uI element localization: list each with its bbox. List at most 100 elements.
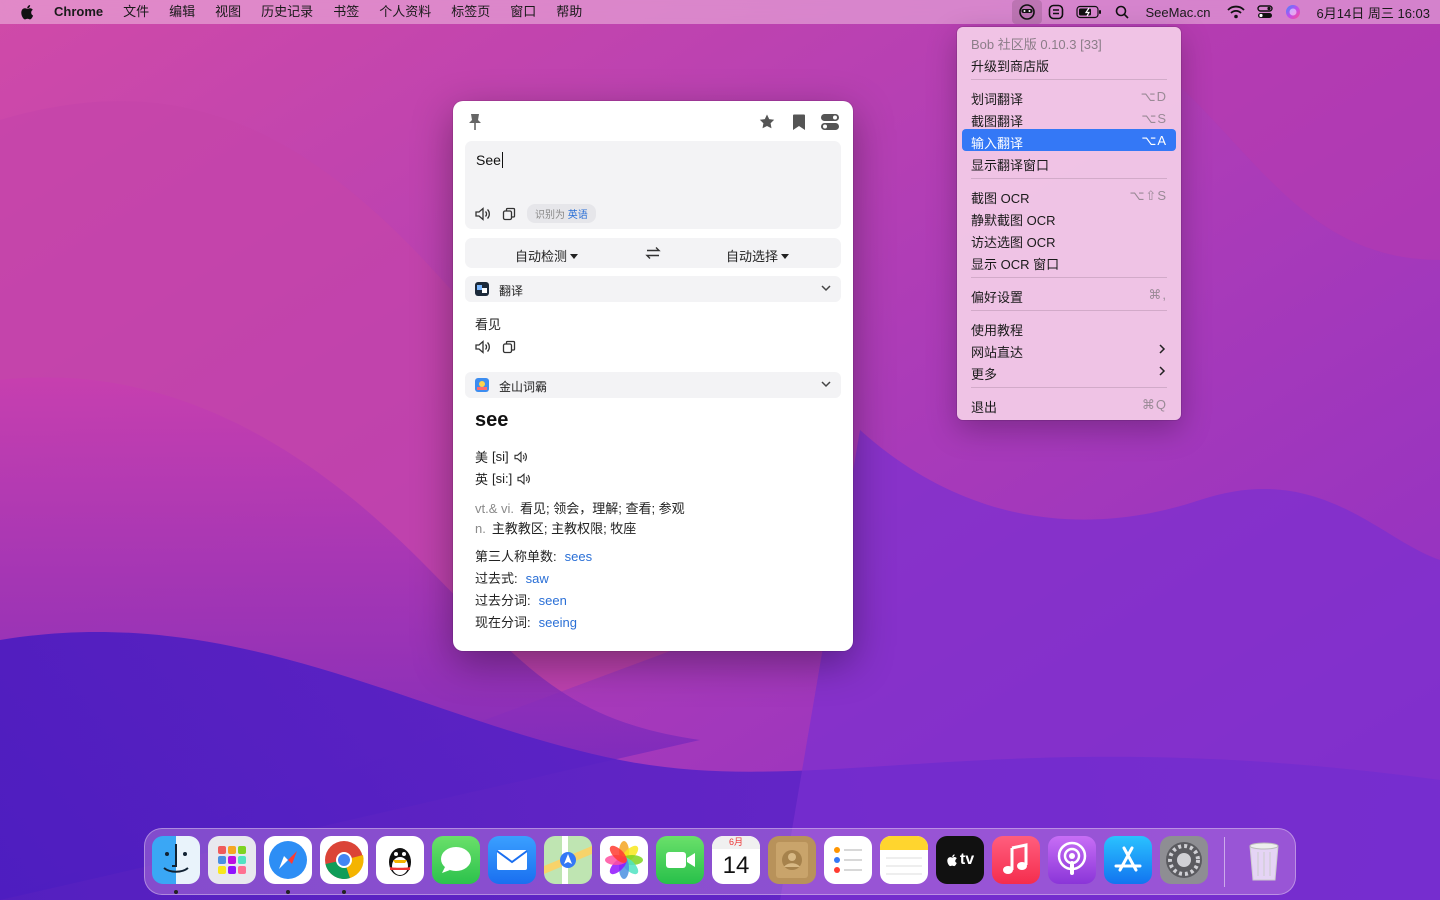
- running-indicator: [342, 890, 346, 894]
- service-name: 翻译: [499, 284, 524, 298]
- menu-bookmarks[interactable]: 书签: [323, 0, 369, 24]
- menu-item-preferences[interactable]: 偏好设置 ⌘,: [962, 283, 1176, 305]
- text-caret: [501, 152, 503, 168]
- music-icon[interactable]: [992, 836, 1040, 884]
- speaker-icon[interactable]: [516, 471, 532, 487]
- chevron-right-icon: [1158, 343, 1166, 355]
- chevron-down-icon[interactable]: [820, 378, 832, 390]
- system-preferences-icon[interactable]: [1160, 836, 1208, 884]
- input-text[interactable]: See: [476, 152, 503, 168]
- contacts-icon[interactable]: [768, 836, 816, 884]
- calendar-day: 14: [722, 852, 750, 879]
- word-form-link[interactable]: saw: [526, 571, 549, 586]
- apple-icon[interactable]: [16, 0, 38, 24]
- menu-separator: [971, 79, 1167, 80]
- menu-item-quit[interactable]: 退出 ⌘Q: [962, 393, 1176, 415]
- bob-status-menu: Bob 社区版 0.10.3 [33] 升级到商店版 划词翻译 ⌥D 截图翻译 ⌥S…: [957, 27, 1181, 420]
- menu-window[interactable]: 窗口: [500, 0, 546, 24]
- finder-icon[interactable]: [152, 836, 200, 884]
- battery-icon[interactable]: [1070, 0, 1108, 24]
- pin-icon[interactable]: [464, 111, 486, 133]
- star-icon[interactable]: [756, 111, 778, 133]
- menu-help[interactable]: 帮助: [546, 0, 592, 24]
- bookmark-icon[interactable]: [788, 111, 810, 133]
- siri-icon[interactable]: [1279, 0, 1307, 24]
- speaker-icon[interactable]: [513, 449, 529, 465]
- menu-item-show-translate-window[interactable]: 显示翻译窗口: [962, 151, 1176, 173]
- mail-icon[interactable]: [488, 836, 536, 884]
- translate-service-icon: [475, 282, 489, 296]
- status-text-seemac: SeeMac.cn: [1145, 4, 1211, 20]
- menu-item-version: Bob 社区版 0.10.3 [33]: [971, 37, 1102, 52]
- menu-history[interactable]: 历史记录: [251, 0, 323, 24]
- dropdown-caret-icon: [570, 254, 579, 259]
- chevron-right-icon: [1158, 365, 1166, 377]
- service-header-iciba[interactable]: 金山词霸: [465, 372, 841, 398]
- menu-profile[interactable]: 个人资料: [369, 0, 441, 24]
- definition-row: vt.& vi. 看见; 领会，理解; 查看; 参观: [475, 501, 685, 516]
- menubar-clock[interactable]: 6月14日 周三 16:03: [1307, 3, 1440, 22]
- menu-item-screenshot-translate[interactable]: 截图翻译 ⌥S: [962, 107, 1176, 129]
- input-textarea[interactable]: See 识别为 英语: [465, 141, 841, 229]
- calendar-icon[interactable]: 6月 14: [712, 836, 760, 884]
- clipboard-app-icon[interactable]: [1042, 0, 1070, 24]
- menu-item-finder-ocr[interactable]: 访达选图 OCR: [962, 228, 1176, 250]
- word-form-row: 过去式: saw: [475, 571, 549, 586]
- menu-item-more[interactable]: 更多: [962, 360, 1176, 382]
- photos-icon[interactable]: [600, 836, 648, 884]
- settings-toggle-icon[interactable]: [819, 111, 841, 133]
- trash-icon[interactable]: [1240, 836, 1288, 884]
- menu-item-selection-translate[interactable]: 划词翻译 ⌥D: [962, 85, 1176, 107]
- podcasts-icon[interactable]: [1048, 836, 1096, 884]
- launchpad-icon[interactable]: [208, 836, 256, 884]
- menu-tabs[interactable]: 标签页: [441, 0, 500, 24]
- word-form-link[interactable]: seeing: [539, 615, 577, 630]
- input-actions: 识别为 英语: [475, 204, 596, 223]
- safari-icon[interactable]: [264, 836, 312, 884]
- app-menu-chrome[interactable]: Chrome: [44, 0, 113, 24]
- iciba-service-icon: [475, 378, 489, 392]
- facetime-icon[interactable]: [656, 836, 704, 884]
- menu-separator: [971, 277, 1167, 278]
- word-form-link[interactable]: seen: [539, 593, 567, 608]
- dropdown-caret-icon: [781, 254, 790, 259]
- menu-item-screenshot-ocr[interactable]: 截图 OCR ⌥⇧S: [962, 184, 1176, 206]
- copy-icon[interactable]: [501, 339, 517, 355]
- source-language-select[interactable]: 自动检测: [515, 246, 579, 265]
- messages-icon[interactable]: [432, 836, 480, 884]
- app-store-icon[interactable]: [1104, 836, 1152, 884]
- calendar-month: 6月: [712, 836, 760, 849]
- menu-view[interactable]: 视图: [205, 0, 251, 24]
- control-center-icon[interactable]: [1251, 0, 1279, 24]
- menu-item-upgrade[interactable]: 升级到商店版: [962, 52, 1176, 74]
- menu-item-show-ocr-window[interactable]: 显示 OCR 窗口: [962, 250, 1176, 272]
- copy-icon[interactable]: [501, 206, 517, 222]
- reminders-icon[interactable]: [824, 836, 872, 884]
- speaker-icon[interactable]: [475, 339, 491, 355]
- menu-edit[interactable]: 编辑: [159, 0, 205, 24]
- menu-item-input-translate[interactable]: 输入翻译 ⌥A: [962, 129, 1176, 151]
- maps-icon[interactable]: [544, 836, 592, 884]
- service-header-translate[interactable]: 翻译: [465, 276, 841, 302]
- wifi-icon[interactable]: [1221, 0, 1251, 24]
- tv-icon[interactable]: tv: [936, 836, 984, 884]
- menu-item-tutorial[interactable]: 使用教程: [962, 316, 1176, 338]
- qq-icon[interactable]: [376, 836, 424, 884]
- speaker-icon[interactable]: [475, 206, 491, 222]
- menu-separator: [971, 310, 1167, 311]
- detected-language-badge: 识别为 英语: [527, 204, 596, 223]
- word-form-link[interactable]: sees: [565, 549, 592, 564]
- language-bar: 自动检测 自动选择: [465, 238, 841, 268]
- dock-separator: [1224, 837, 1225, 887]
- bob-status-icon[interactable]: [1011, 0, 1042, 24]
- swap-languages-icon[interactable]: [645, 244, 661, 262]
- notes-icon[interactable]: [880, 836, 928, 884]
- menu-item-silent-ocr[interactable]: 静默截图 OCR: [962, 206, 1176, 228]
- chrome-icon[interactable]: [320, 836, 368, 884]
- menu-item-websites[interactable]: 网站直达: [962, 338, 1176, 360]
- menu-file[interactable]: 文件: [113, 0, 159, 24]
- chevron-down-icon[interactable]: [820, 282, 832, 294]
- search-icon[interactable]: [1108, 0, 1136, 24]
- target-language-select[interactable]: 自动选择: [726, 246, 790, 265]
- running-indicator: [286, 890, 290, 894]
